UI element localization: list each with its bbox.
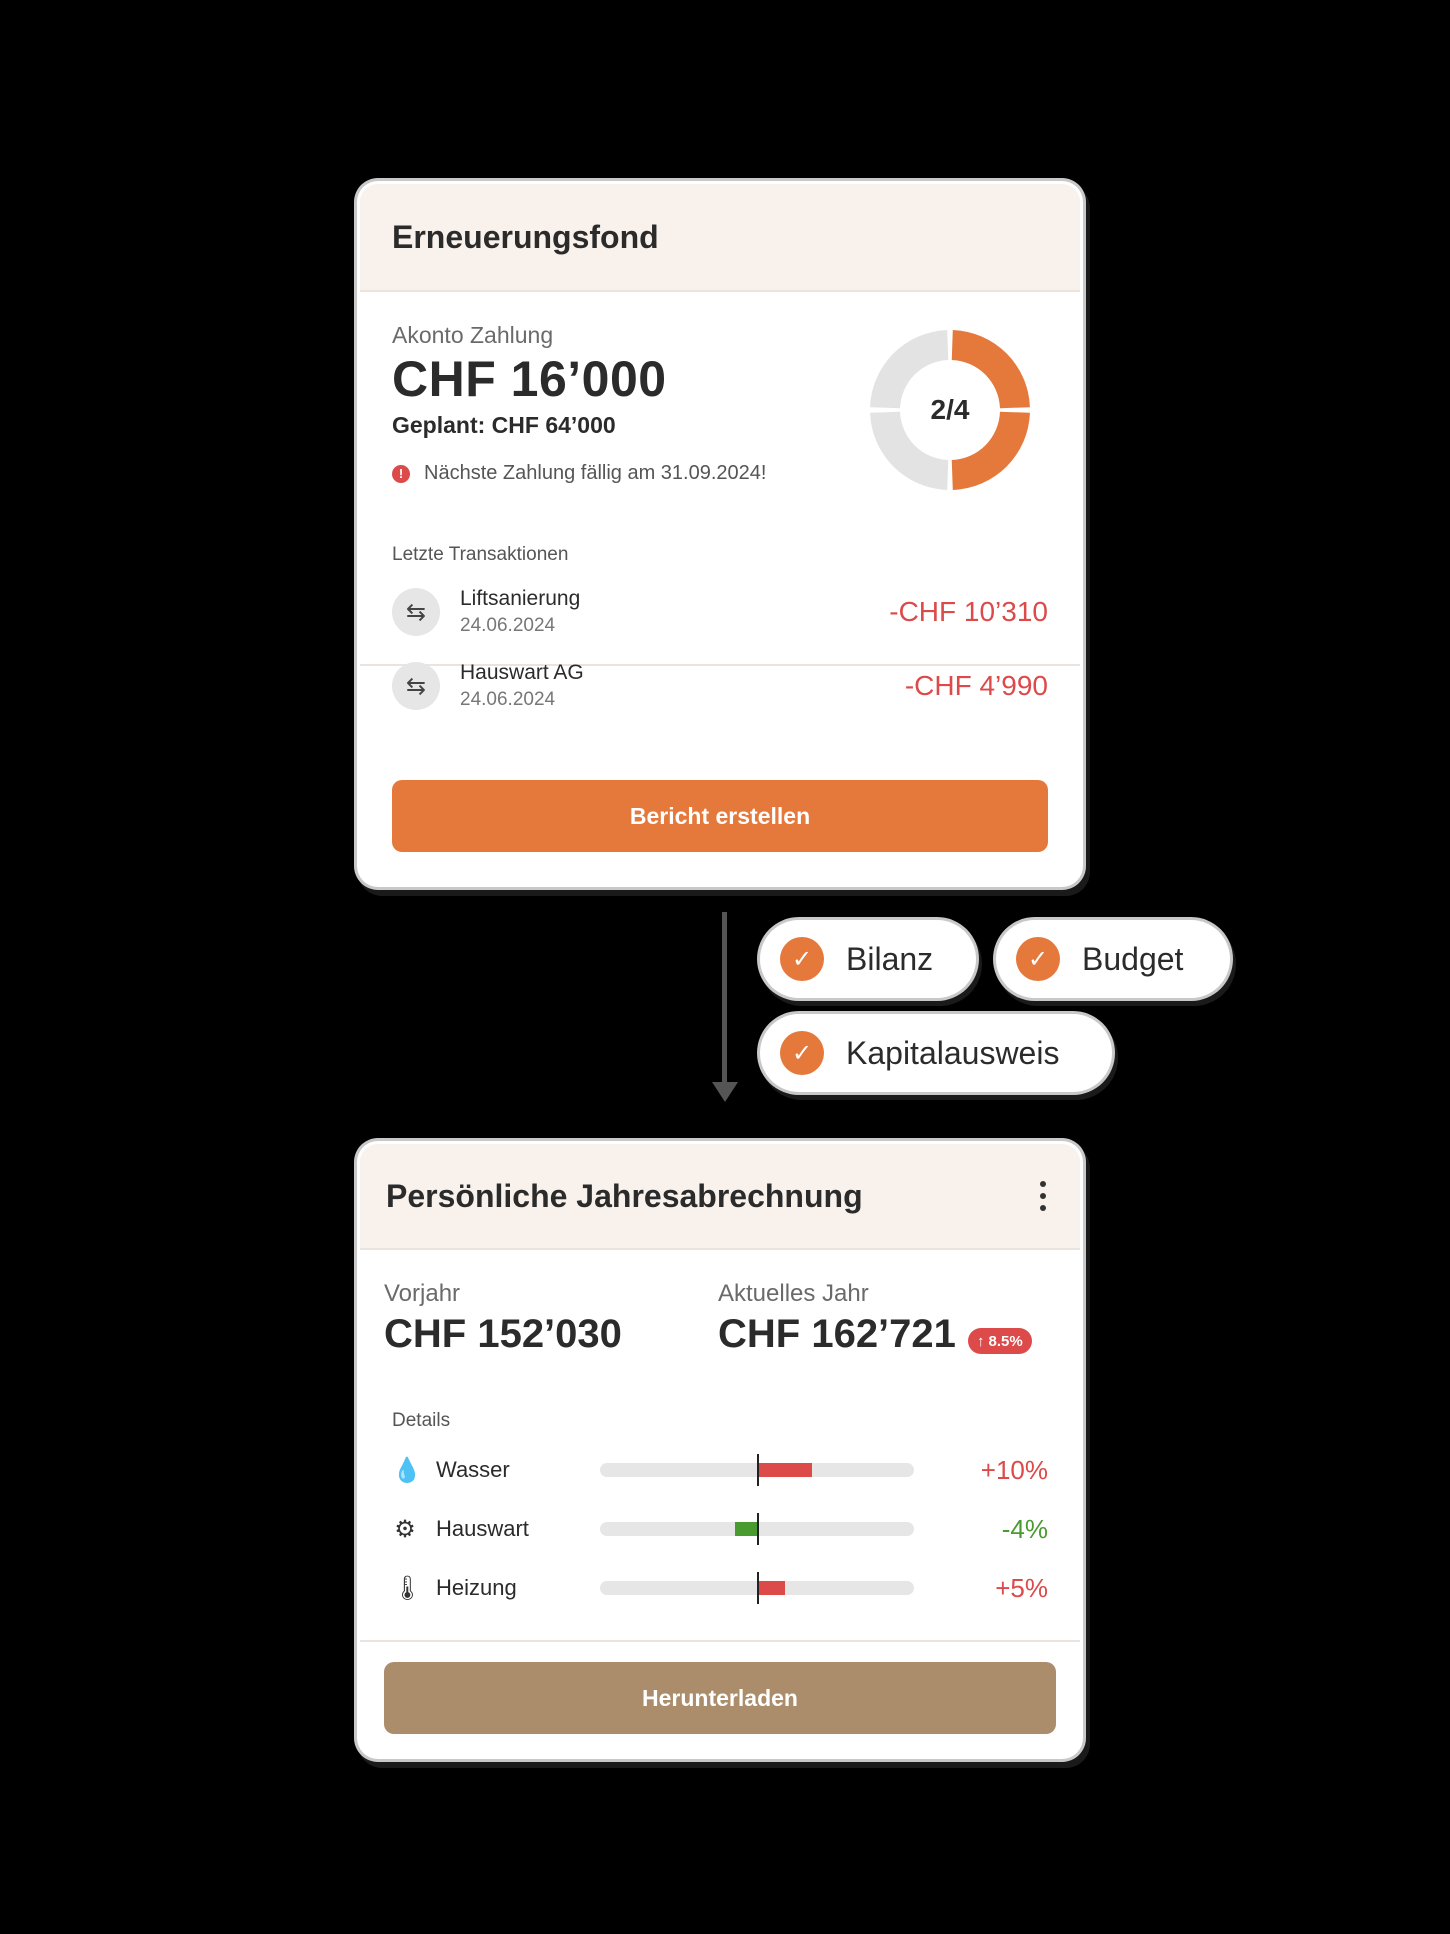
transaction-amount: -CHF 10’310: [889, 596, 1048, 627]
card-body: Akonto Zahlung CHF 16’000 Geplant: CHF 6…: [360, 292, 1080, 710]
detail-row-heizung: 🌡 Heizung +5%: [392, 1568, 1048, 1608]
detail-row-hauswart: ⚙ Hauswart -4%: [392, 1509, 1048, 1549]
annual-statement-card: Persönliche Jahresabrechnung Vorjahr CHF…: [360, 1144, 1080, 1756]
download-button[interactable]: Herunterladen: [384, 1662, 1056, 1734]
detail-bar: [600, 1572, 914, 1604]
thermometer-icon: 🌡: [392, 1574, 423, 1602]
detail-name: Hauswart: [436, 1516, 529, 1541]
transactions-label: Letzte Transaktionen: [392, 544, 569, 565]
akonto-amount: CHF 16’000: [392, 351, 667, 407]
arrow-up-icon: ↑: [977, 1332, 985, 1350]
detail-change: +10%: [980, 1454, 1048, 1485]
transfer-icon: ⇆: [392, 588, 440, 636]
detail-name: Wasser: [436, 1457, 510, 1482]
transaction-date: 24.06.2024: [460, 689, 556, 710]
more-options-icon[interactable]: [1032, 1173, 1054, 1219]
report-item-label: Bilanz: [846, 940, 934, 977]
previous-year-amount: CHF 152’030: [384, 1312, 622, 1356]
detail-bar: [600, 1454, 914, 1486]
change-badge-value: 8.5%: [988, 1332, 1023, 1350]
detail-bar-fill: [757, 1581, 785, 1595]
detail-row-wasser: 💧 Wasser +10%: [392, 1450, 1048, 1490]
detail-change: +5%: [995, 1572, 1048, 1603]
card-title: Erneuerungsfond: [392, 218, 659, 255]
alert-icon: !: [392, 464, 410, 483]
current-year-label: Aktuelles Jahr: [718, 1280, 869, 1307]
card-title: Persönliche Jahresabrechnung: [386, 1177, 863, 1214]
arrow-down-icon: [712, 1082, 738, 1102]
card-header: Erneuerungsfond: [360, 184, 1080, 292]
payment-alert: ! Nächste Zahlung fällig am 31.09.2024!: [392, 462, 766, 485]
check-icon: ✓: [780, 937, 824, 981]
create-report-button[interactable]: Bericht erstellen: [392, 780, 1048, 852]
detail-change: -4%: [1001, 1513, 1048, 1544]
detail-name: Heizung: [436, 1575, 517, 1600]
transaction-amount: -CHF 4’990: [904, 670, 1048, 701]
renewal-fund-card: Erneuerungsfond Akonto Zahlung CHF 16’00…: [360, 184, 1080, 884]
transaction-date: 24.06.2024: [460, 615, 556, 636]
report-item-label: Budget: [1082, 940, 1184, 977]
report-item-bilanz[interactable]: ✓ Bilanz: [760, 920, 976, 998]
transaction-name: Liftsanierung: [460, 587, 581, 610]
report-item-kapitalausweis[interactable]: ✓ Kapitalausweis: [760, 1014, 1112, 1092]
report-item-budget[interactable]: ✓ Budget: [996, 920, 1230, 998]
previous-year-label: Vorjahr: [384, 1280, 461, 1307]
details-label: Details: [392, 1410, 451, 1431]
current-year-amount: CHF 162’721: [718, 1312, 956, 1356]
detail-bar-fill: [757, 1463, 812, 1477]
transaction-row[interactable]: ⇆ Liftsanierung 24.06.2024 -CHF 10’310: [392, 582, 1048, 642]
progress-label: 2/4: [930, 394, 970, 425]
change-badge: ↑ 8.5%: [968, 1328, 1032, 1354]
check-icon: ✓: [1016, 937, 1060, 981]
alert-text: Nächste Zahlung fällig am 31.09.2024!: [424, 462, 767, 484]
report-item-label: Kapitalausweis: [846, 1034, 1060, 1071]
water-drops-icon: 💧: [392, 1456, 422, 1484]
transaction-name: Hauswart AG: [460, 661, 584, 684]
transaction-row[interactable]: ⇆ Hauswart AG 24.06.2024 -CHF 4’990: [392, 656, 1048, 716]
detail-bar: [600, 1513, 914, 1545]
card-body: Vorjahr CHF 152’030 Aktuelles Jahr CHF 1…: [360, 1250, 1080, 1642]
akonto-label: Akonto Zahlung: [392, 322, 554, 348]
gear-icon: ⚙: [394, 1515, 416, 1543]
check-icon: ✓: [780, 1031, 824, 1075]
planned-amount: Geplant: CHF 64’000: [392, 412, 616, 438]
detail-bar-fill: [735, 1522, 757, 1536]
flow-arrow-line: [722, 912, 727, 1088]
transfer-icon: ⇆: [392, 662, 440, 710]
card-header: Persönliche Jahresabrechnung: [360, 1144, 1080, 1250]
